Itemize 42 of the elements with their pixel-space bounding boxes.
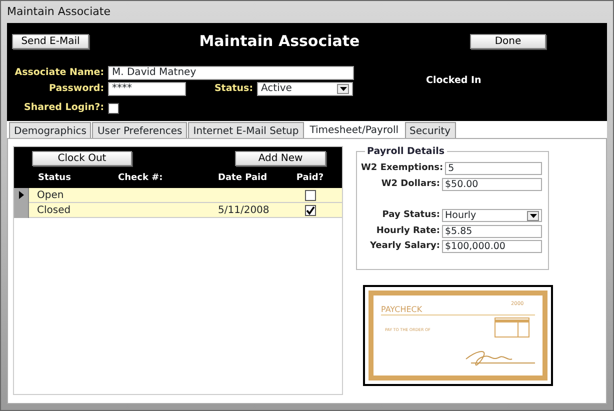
input-field[interactable]: 5 bbox=[445, 162, 542, 176]
add-new-button[interactable]: Add New bbox=[235, 151, 326, 166]
clock-out-button[interactable]: Clock Out bbox=[32, 151, 132, 166]
input-field[interactable]: $100,000.00 bbox=[442, 240, 542, 254]
dropdown-arrow-icon[interactable] bbox=[527, 210, 539, 221]
input-field[interactable]: $50.00 bbox=[442, 178, 542, 191]
field-label: Password: bbox=[48, 82, 104, 96]
status-dropdown[interactable]: Active bbox=[257, 82, 353, 96]
column-header: Status bbox=[38, 172, 72, 185]
done-button[interactable]: Done bbox=[470, 34, 546, 48]
tab[interactable]: User Preferences bbox=[92, 122, 188, 138]
checkbox[interactable] bbox=[304, 190, 316, 200]
clock-status: Clocked In bbox=[426, 74, 482, 88]
field-label: Pay Status: bbox=[381, 209, 440, 222]
password-field[interactable]: **** bbox=[108, 82, 186, 96]
dropdown-arrow-icon[interactable] bbox=[337, 84, 349, 94]
table-cell-text: Open bbox=[36, 188, 65, 202]
checkbox[interactable] bbox=[304, 204, 316, 216]
window-title: Maintain Associate bbox=[7, 4, 112, 20]
name-field[interactable]: M. David Matney bbox=[108, 66, 354, 80]
record-selector[interactable] bbox=[14, 188, 29, 202]
input-field[interactable]: $5.85 bbox=[442, 224, 542, 238]
column-header: Paid? bbox=[295, 172, 325, 185]
column-header: Check #: bbox=[118, 172, 164, 185]
table-cell-text: 5/11/2008 bbox=[218, 204, 270, 218]
field-label: Yearly Salary: bbox=[368, 240, 440, 253]
form-title: Maintain Associate bbox=[198, 30, 361, 52]
current-record-icon bbox=[18, 191, 24, 199]
column-header: Date Paid bbox=[218, 172, 268, 185]
field-label: Associate Name: bbox=[14, 66, 104, 80]
field-label: W2 Dollars: bbox=[380, 178, 440, 190]
table-cell-text: Closed bbox=[36, 204, 72, 218]
send-email-button[interactable]: Send E-Mail bbox=[12, 34, 89, 48]
field-label: Hourly Rate: bbox=[375, 224, 440, 238]
field-label: Status: bbox=[213, 82, 253, 96]
field-label: W2 Exemptions: bbox=[361, 162, 444, 175]
tab[interactable]: Security bbox=[404, 122, 456, 138]
field-label: Shared Login?: bbox=[23, 100, 104, 115]
tab[interactable]: Demographics bbox=[9, 122, 92, 138]
checkbox[interactable] bbox=[108, 102, 119, 114]
tab[interactable]: Internet E-Mail Setup bbox=[188, 122, 304, 138]
dropdown-field[interactable]: Hourly bbox=[442, 209, 542, 222]
